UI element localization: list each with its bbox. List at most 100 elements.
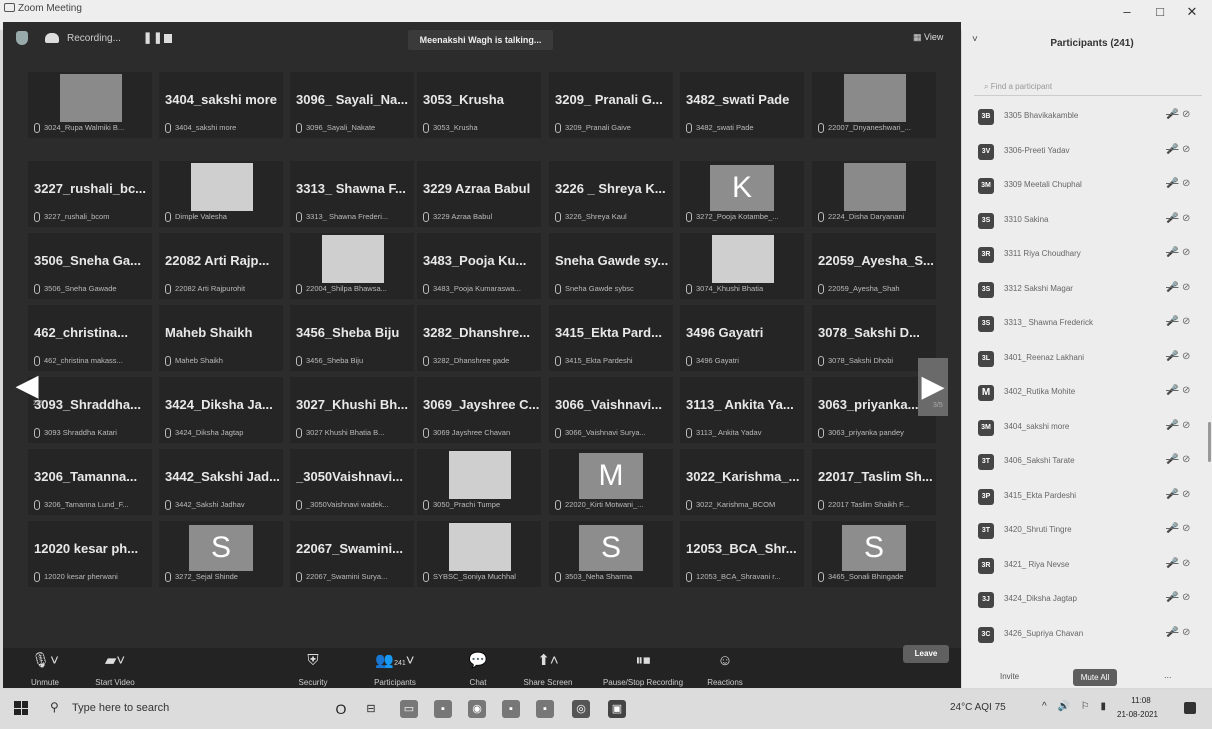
clock-time[interactable]: 11:08 xyxy=(1121,696,1161,705)
video-tile[interactable]: 3206_Tamanna... 3206_Tamanna Lund_F... xyxy=(28,449,152,515)
participant-row[interactable]: 3V 3306-Preeti Yadav 🎤 ⊘ xyxy=(978,141,1202,163)
participant-row[interactable]: 3R 3421_ Riya Nevse 🎤 ⊘ xyxy=(978,555,1202,577)
video-tile[interactable]: 3282_Dhanshre... 3282_Dhanshree gade xyxy=(417,305,541,371)
video-tile[interactable]: 3227_rushali_bc... 3227_rushali_bcom xyxy=(28,161,152,227)
video-tile[interactable]: 3093_Shraddha... 3093 Shraddha Katari xyxy=(28,377,152,443)
unmute-button[interactable]: 🎙˅ Unmute xyxy=(5,650,85,687)
video-tile[interactable]: 22082 Arti Rajp... 22082 Arti Rajpurohit xyxy=(159,233,283,299)
video-tile[interactable]: 3456_Sheba Biju 3456_Sheba Biju xyxy=(290,305,414,371)
video-tile[interactable]: 3113_ Ankita Ya... 3113_ Ankita Yadav xyxy=(680,377,804,443)
start-video-button[interactable]: ▰˅ Start Video xyxy=(75,650,155,687)
video-tile[interactable]: S 3503_Neha Sharma xyxy=(549,521,673,587)
participant-row[interactable]: 3M 3404_sakshi more 🎤 ⊘ xyxy=(978,417,1202,439)
zoom-icon[interactable]: ▣ xyxy=(608,700,626,718)
participant-row[interactable]: M 3402_Rutika Mohite 🎤 ⊘ xyxy=(978,382,1202,404)
security-button[interactable]: ⛨ Security xyxy=(273,650,353,687)
system-tray-icons[interactable]: ^ 🔊 ⚐ ▮ xyxy=(1042,701,1110,712)
leave-button[interactable]: Leave xyxy=(903,645,949,663)
video-tile[interactable]: 462_christina... 462_christina makass... xyxy=(28,305,152,371)
clock-date[interactable]: 21-08-2021 xyxy=(1117,710,1158,719)
close-button[interactable]: ✕ xyxy=(1178,4,1206,20)
video-tile[interactable]: S 3465_Sonali Bhingade xyxy=(812,521,936,587)
video-tile[interactable]: SYBSC_Soniya Muchhal xyxy=(417,521,541,587)
video-tile[interactable]: 3506_Sneha Ga... 3506_Sneha Gawade xyxy=(28,233,152,299)
video-tile[interactable]: 3415_Ekta Pard... 3415_Ekta Pardeshi xyxy=(549,305,673,371)
video-tile[interactable]: 3483_Pooja Ku... 3483_Pooja Kumaraswa... xyxy=(417,233,541,299)
minimize-button[interactable]: – xyxy=(1113,4,1141,19)
participant-row[interactable]: 3M 3309 Meetali Chuphal 🎤 ⊘ xyxy=(978,175,1202,197)
video-tile[interactable]: 3442_Sakshi Jad... 3442_Sakshi Jadhav xyxy=(159,449,283,515)
video-tile[interactable]: Dimple Valesha xyxy=(159,161,283,227)
participant-row[interactable]: 3T 3406_Sakshi Tarate 🎤 ⊘ xyxy=(978,451,1202,473)
video-tile[interactable]: 3482_swati Pade 3482_swati Pade xyxy=(680,72,804,138)
participant-row[interactable]: 3S 3312 Sakshi Magar 🎤 ⊘ xyxy=(978,279,1202,301)
app-icon[interactable]: ▪ xyxy=(502,700,520,718)
participant-row[interactable]: 3R 3311 Riya Choudhary 🎤 ⊘ xyxy=(978,244,1202,266)
video-tile[interactable]: 3229 Azraa Babul 3229 Azraa Babul xyxy=(417,161,541,227)
video-tile[interactable]: 3024_Rupa Walmiki B... xyxy=(28,72,152,138)
video-tile[interactable]: _3050Vaishnavi... _3050Vaishnavi wadek... xyxy=(290,449,414,515)
video-tile[interactable]: 22017_Taslim Sh... 22017 Taslim Shaikh F.… xyxy=(812,449,936,515)
pause-recording-button[interactable]: ❚❚ xyxy=(143,31,163,44)
chat-button[interactable]: 💬 Chat xyxy=(438,650,518,687)
video-tile[interactable]: Sneha Gawde sy... Sneha Gawde sybsc xyxy=(549,233,673,299)
file-explorer-icon[interactable]: ▭ xyxy=(400,700,418,718)
video-tile[interactable]: M 22020_Kirti Motwani_... xyxy=(549,449,673,515)
video-tile[interactable]: 3424_Diksha Ja... 3424_Diksha Jagtap xyxy=(159,377,283,443)
participant-row[interactable]: 3C 3426_Supriya Chavan 🎤 ⊘ xyxy=(978,624,1202,646)
stop-recording-button[interactable] xyxy=(164,34,172,43)
video-tile[interactable]: 2224_Disha Daryanani xyxy=(812,161,936,227)
shield-icon[interactable] xyxy=(16,31,28,45)
participants-button[interactable]: 👥241˅ Participants xyxy=(355,650,435,687)
video-tile[interactable]: 3209_ Pranali G... 3209_Pranali Gaive xyxy=(549,72,673,138)
chrome-icon[interactable]: ◎ xyxy=(572,700,590,718)
video-tile[interactable]: 3404_sakshi more 3404_sakshi more xyxy=(159,72,283,138)
view-button[interactable]: ▦ View xyxy=(913,32,943,43)
video-tile[interactable]: 22067_Swamini... 22067_Swamini Surya... xyxy=(290,521,414,587)
participant-row[interactable]: 3J 3424_Diksha Jagtap 🎤 ⊘ xyxy=(978,589,1202,611)
video-tile[interactable]: 3053_Krusha 3053_Krusha xyxy=(417,72,541,138)
video-tile[interactable]: 22059_Ayesha_S... 22059_Ayesha_Shah xyxy=(812,233,936,299)
video-tile[interactable]: 22007_Dnyaneshwari_... xyxy=(812,72,936,138)
video-tile[interactable]: 3074_Khushi Bhatia xyxy=(680,233,804,299)
windows-start-icon[interactable] xyxy=(14,701,28,715)
weather-widget[interactable]: 24°C AQI 75 xyxy=(950,702,1006,713)
participant-row[interactable]: 3T 3420_Shruti Tingre 🎤 ⊘ xyxy=(978,520,1202,542)
video-tile[interactable]: 3027_Khushi Bh... 3027 Khushi Bhatia B... xyxy=(290,377,414,443)
cortana-icon[interactable]: O xyxy=(332,700,350,718)
share-screen-button[interactable]: ⬆˄ Share Screen xyxy=(508,650,588,687)
video-tile[interactable]: 3066_Vaishnavi... 3066_Vaishnavi Surya... xyxy=(549,377,673,443)
video-tile[interactable]: 3069_Jayshree C... 3069 Jayshree Chavan xyxy=(417,377,541,443)
participant-row[interactable]: 3L 3401_Reenaz Lakhani 🎤 ⊘ xyxy=(978,348,1202,370)
video-tile[interactable]: 3226 _ Shreya K... 3226_Shreya Kaul xyxy=(549,161,673,227)
pause-stop-recording-button[interactable]: ⏸⏹ Pause/Stop Recording xyxy=(593,650,693,687)
maximize-button[interactable]: □ xyxy=(1146,4,1174,19)
panel-scrollbar[interactable] xyxy=(1208,422,1211,462)
reactions-button[interactable]: ☺ Reactions xyxy=(685,650,765,687)
video-tile[interactable]: 3313_ Shawna F... 3313_ Shawna Frederi... xyxy=(290,161,414,227)
participant-row[interactable]: 3S 3310 Sakina 🎤 ⊘ xyxy=(978,210,1202,232)
browser-icon[interactable]: ◉ xyxy=(468,700,486,718)
video-tile[interactable]: 3022_Karishma_... 3022_Karishma_BCOM xyxy=(680,449,804,515)
invite-button[interactable]: Invite xyxy=(1000,672,1019,681)
video-tile[interactable]: 12020 kesar ph... 12020 kesar pherwani xyxy=(28,521,152,587)
video-tile[interactable]: 22004_Shilpa Bhawsa... xyxy=(290,233,414,299)
video-tile[interactable]: 12053_BCA_Shr... 12053_BCA_Shravani r... xyxy=(680,521,804,587)
video-tile[interactable]: 3096_ Sayali_Na... 3096_Sayali_Nakate xyxy=(290,72,414,138)
mute-all-button[interactable]: Mute All xyxy=(1073,669,1117,686)
task-view-icon[interactable]: ⊟ xyxy=(362,700,380,718)
participant-search-input[interactable]: ⌕ Find a participant xyxy=(974,78,1202,96)
video-tile[interactable]: S 3272_Sejal Shinde xyxy=(159,521,283,587)
more-options-button[interactable]: ... xyxy=(1164,670,1172,680)
app-icon[interactable]: ▪ xyxy=(434,700,452,718)
video-tile[interactable]: 3050_Prachi Tumpe xyxy=(417,449,541,515)
participant-row[interactable]: 3P 3415_Ekta Pardeshi 🎤 ⊘ xyxy=(978,486,1202,508)
video-tile[interactable]: Maheb Shaikh Maheb Shaikh xyxy=(159,305,283,371)
chevron-down-icon[interactable]: ˅ xyxy=(972,34,978,45)
video-tile[interactable]: K 3272_Pooja Kotambe_... xyxy=(680,161,804,227)
notification-icon[interactable] xyxy=(1184,702,1196,714)
app-icon[interactable]: ▪ xyxy=(536,700,554,718)
taskbar-search-box[interactable]: ⚲ Type here to search xyxy=(40,692,300,724)
participant-row[interactable]: 3B 3305 Bhavikakamble 🎤 ⊘ xyxy=(978,106,1202,128)
video-tile[interactable]: 3496 Gayatri 3496 Gayatri xyxy=(680,305,804,371)
